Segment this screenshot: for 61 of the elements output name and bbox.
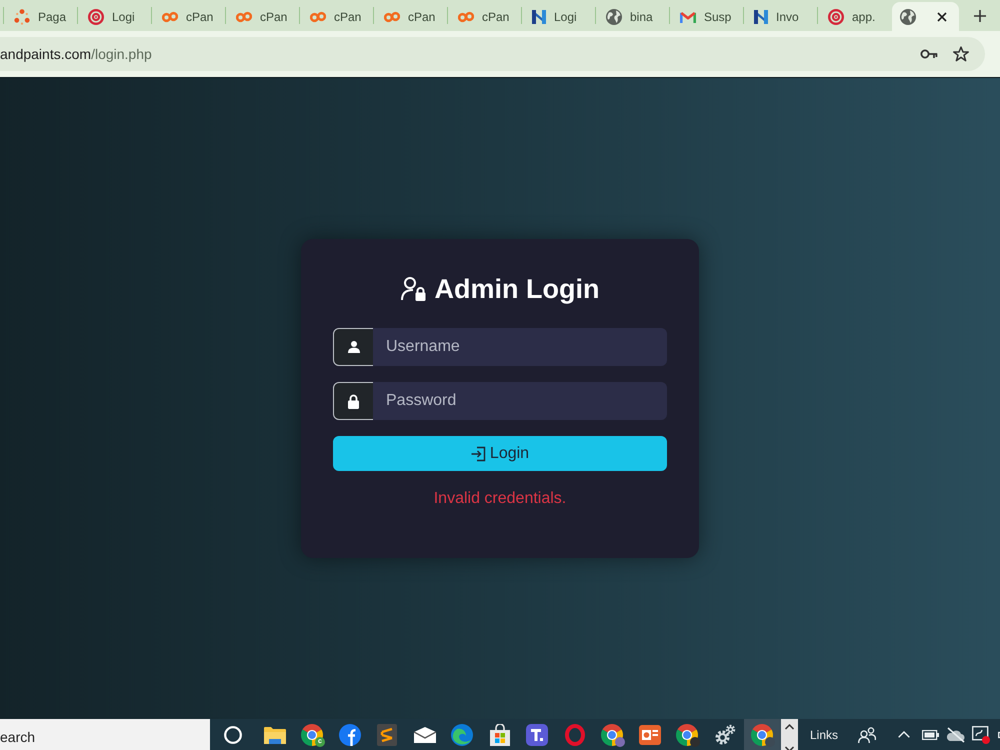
chevron-up-icon[interactable]: [898, 731, 910, 738]
slides-logo-icon: [638, 724, 661, 744]
address-field[interactable]: andpaints.com/login.php: [0, 37, 985, 71]
taskbar-button[interactable]: [744, 719, 781, 750]
browser-tab[interactable]: cPan: [448, 2, 521, 31]
browser-tab[interactable]: Logi: [522, 2, 595, 31]
user-lock-icon: [400, 276, 427, 302]
star-icon[interactable]: [953, 46, 969, 62]
browser-tab[interactable]: bina: [596, 2, 669, 31]
ring-icon: [224, 726, 242, 744]
bars-logo-icon: [754, 10, 768, 24]
editor-logo-icon: [377, 724, 398, 746]
password-field[interactable]: Password: [373, 382, 667, 420]
browser-tab[interactable]: [892, 2, 959, 31]
browser-tab[interactable]: cPan: [226, 2, 299, 31]
target-icon: [88, 8, 104, 24]
social-logo-icon: [338, 724, 361, 746]
rings-logo-icon: [458, 10, 474, 22]
browser-tab[interactable]: Susp: [670, 2, 743, 31]
rings-logo-icon: [310, 10, 326, 22]
target-icon: [828, 8, 844, 24]
search-field[interactable]: earch: [0, 719, 210, 750]
monitor-alert-icon[interactable]: [972, 726, 990, 744]
shopping-bag-icon: [490, 724, 510, 746]
close-icon[interactable]: [937, 12, 947, 22]
browser-tab[interactable]: cPan: [374, 2, 447, 31]
scroll-arrows-icon[interactable]: [781, 719, 798, 750]
globe-icon: [606, 8, 622, 24]
url-text: andpaints.com/login.php: [0, 44, 152, 64]
login-title: Admin Login: [434, 273, 600, 306]
login-button[interactable]: Login: [333, 436, 667, 471]
browser-tab[interactable]: Paga: [4, 2, 77, 31]
plus-icon[interactable]: [974, 10, 986, 22]
wave-logo-icon: [451, 724, 474, 746]
envelope-icon: [414, 726, 436, 742]
battery-icon[interactable]: [922, 730, 940, 740]
lock-icon: [348, 394, 359, 408]
browser-tab[interactable]: cPan: [300, 2, 373, 31]
links-label[interactable]: Links: [810, 726, 838, 744]
bars-logo-icon: [532, 10, 546, 24]
folder-icon: [264, 726, 286, 744]
rings-logo-icon: [236, 10, 252, 22]
key-icon[interactable]: [920, 49, 938, 59]
browser-tab[interactable]: app.: [818, 2, 891, 31]
browser-tab[interactable]: Invo: [744, 2, 817, 31]
username-field[interactable]: Username: [373, 328, 667, 366]
browser-tab[interactable]: Logi: [78, 2, 151, 31]
rings-logo-icon: [384, 10, 400, 22]
cloud-off-icon[interactable]: [947, 726, 966, 742]
gears-icon: [714, 724, 736, 746]
mail-logo-icon: [680, 10, 696, 22]
people-icon[interactable]: [858, 726, 876, 742]
browser-tab[interactable]: cPan: [152, 2, 225, 31]
rings-logo-icon: [162, 10, 178, 22]
error-message: Invalid credentials.: [432, 490, 568, 508]
dots-logo-icon: [14, 8, 30, 24]
oval-logo-icon: [564, 724, 585, 746]
globe-icon: [900, 8, 916, 24]
app-tile-icon: [526, 724, 548, 746]
person-icon: [348, 341, 360, 353]
sign-in-icon: [470, 446, 487, 462]
